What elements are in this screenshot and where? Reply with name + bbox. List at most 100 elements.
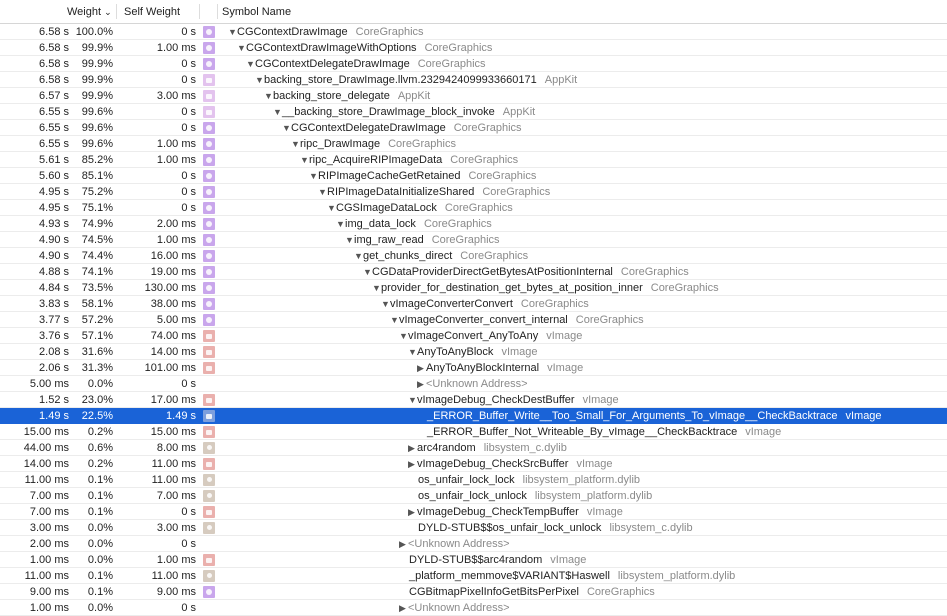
self-weight-value: 15.00 ms: [150, 426, 196, 438]
table-row[interactable]: 6.58 s 99.9% 0 s ▼ CGContextDelegateDrawImag…: [0, 56, 947, 72]
weight-value: 44.00 ms: [23, 442, 69, 454]
symbol-cell: ▼ get_chunks_direct CoreGraphics: [354, 250, 528, 262]
table-row[interactable]: 6.57 s 99.9% 3.00 ms ▼ backing_store_delegat…: [0, 88, 947, 104]
weight-value: 14.00 ms: [23, 458, 69, 470]
library-name: CoreGraphics: [424, 42, 493, 54]
disclosure-open-icon[interactable]: ▼: [228, 26, 237, 38]
table-row[interactable]: 6.55 s 99.6% 0 s ▼ __backing_store_DrawImage…: [0, 104, 947, 120]
disclosure-open-icon[interactable]: ▼: [354, 250, 363, 262]
disclosure-closed-icon[interactable]: ▶: [399, 538, 408, 550]
disclosure-open-icon[interactable]: ▼: [372, 282, 381, 294]
self-weight-value: 1.00 ms: [156, 234, 196, 246]
disclosure-closed-icon[interactable]: ▶: [408, 506, 417, 518]
symbol-name: CGBitmapPixelInfoGetBitsPerPixel: [409, 586, 579, 598]
disclosure-open-icon[interactable]: ▼: [237, 42, 246, 54]
self-weight-value: 130.00 ms: [144, 282, 196, 294]
disclosure-open-icon[interactable]: ▼: [327, 202, 336, 214]
disclosure-open-icon[interactable]: ▼: [390, 314, 399, 326]
library-name: CoreGraphics: [460, 250, 529, 262]
table-row[interactable]: 5.00 ms 0.0% 0 s ▶ <Unknown Address>: [0, 376, 947, 392]
symbol-name: <Unknown Address>: [426, 378, 528, 390]
table-row[interactable]: 4.90 s 74.5% 1.00 ms ▼ img_raw_read CoreGraph…: [0, 232, 947, 248]
weight-percent: 31.3%: [81, 362, 113, 374]
disclosure-open-icon[interactable]: ▼: [408, 346, 417, 358]
column-divider[interactable]: [116, 4, 117, 19]
table-row[interactable]: 1.52 s 23.0% 17.00 ms ▼ vImageDebug_CheckDes…: [0, 392, 947, 408]
disclosure-open-icon[interactable]: ▼: [345, 234, 354, 246]
coregraphics-library-icon: [203, 234, 215, 246]
library-name: vImage: [845, 410, 882, 422]
table-row[interactable]: 9.00 ms 0.1% 9.00 ms CGBitmapPixelInfoGetBi…: [0, 584, 947, 600]
self-weight-column-header[interactable]: Self Weight: [124, 6, 180, 18]
table-row[interactable]: 7.00 ms 0.1% 0 s ▶ vImageDebug_CheckTempBuff…: [0, 504, 947, 520]
disclosure-open-icon[interactable]: ▼: [309, 170, 318, 182]
table-row[interactable]: 3.00 ms 0.0% 3.00 ms DYLD-STUB$$os_unfair_l…: [0, 520, 947, 536]
disclosure-open-icon[interactable]: ▼: [363, 266, 372, 278]
column-divider[interactable]: [199, 4, 200, 19]
table-row[interactable]: 7.00 ms 0.1% 7.00 ms os_unfair_lock_unlock l…: [0, 488, 947, 504]
disclosure-open-icon[interactable]: ▼: [255, 74, 264, 86]
table-row[interactable]: 4.90 s 74.4% 16.00 ms ▼ get_chunks_direct Cor…: [0, 248, 947, 264]
table-row[interactable]: 14.00 ms 0.2% 11.00 ms ▶ vImageDebug_CheckSr…: [0, 456, 947, 472]
library-name: vImage: [550, 554, 587, 566]
table-row[interactable]: 1.00 ms 0.0% 0 s ▶ <Unknown Address>: [0, 600, 947, 616]
table-row[interactable]: 3.76 s 57.1% 74.00 ms ▼ vImageConvert_AnyToA…: [0, 328, 947, 344]
disclosure-open-icon[interactable]: ▼: [300, 154, 309, 166]
library-name: CoreGraphics: [468, 170, 537, 182]
symbol-cell: os_unfair_lock_lock libsystem_platform.dy…: [408, 474, 640, 486]
weight-percent: 74.9%: [81, 218, 113, 230]
disclosure-open-icon[interactable]: ▼: [318, 186, 327, 198]
self-weight-value: 11.00 ms: [151, 570, 196, 582]
table-row[interactable]: 1.49 s 22.5% 1.49 s _ERROR_Buffer_Write__To…: [0, 408, 947, 424]
symbol-cell: os_unfair_lock_unlock libsystem_platform.…: [408, 490, 652, 502]
table-row[interactable]: 11.00 ms 0.1% 11.00 ms os_unfair_lock_lock l…: [0, 472, 947, 488]
weight-column-header[interactable]: Weight ⌄: [67, 6, 112, 18]
table-row[interactable]: 2.08 s 31.6% 14.00 ms ▼ AnyToAnyBlock vImage: [0, 344, 947, 360]
table-row[interactable]: 4.95 s 75.2% 0 s ▼ RIPImageDataInitializeSha…: [0, 184, 947, 200]
disclosure-open-icon[interactable]: ▼: [381, 298, 390, 310]
table-row[interactable]: 6.58 s 99.9% 0 s ▼ backing_store_DrawImage.l…: [0, 72, 947, 88]
symbol-name-column-header[interactable]: Symbol Name: [222, 6, 291, 18]
weight-value: 15.00 ms: [23, 426, 69, 438]
disclosure-closed-icon[interactable]: ▶: [417, 362, 426, 374]
table-row[interactable]: 5.60 s 85.1% 0 s ▼ RIPImageCacheGetRetained C…: [0, 168, 947, 184]
table-row[interactable]: 4.95 s 75.1% 0 s ▼ CGSImageDataLock CoreGraph…: [0, 200, 947, 216]
symbol-name: vImageDebug_CheckSrcBuffer: [417, 458, 569, 470]
disclosure-closed-icon[interactable]: ▶: [399, 602, 408, 614]
library-name: vImage: [546, 330, 583, 342]
table-row[interactable]: 3.83 s 58.1% 38.00 ms ▼ vImageConverterConve…: [0, 296, 947, 312]
column-divider[interactable]: [217, 4, 218, 19]
weight-percent: 23.0%: [81, 394, 113, 406]
table-row[interactable]: 4.84 s 73.5% 130.00 ms ▼ provider_for_destin…: [0, 280, 947, 296]
table-row[interactable]: 6.55 s 99.6% 1.00 ms ▼ ripc_DrawImage CoreGra…: [0, 136, 947, 152]
table-row[interactable]: 6.55 s 99.6% 0 s ▼ CGContextDelegateDrawImag…: [0, 120, 947, 136]
disclosure-closed-icon[interactable]: ▶: [408, 458, 417, 470]
table-row[interactable]: 15.00 ms 0.2% 15.00 ms _ERROR_Buffer_Not_Wr…: [0, 424, 947, 440]
table-row[interactable]: 1.00 ms 0.0% 1.00 ms DYLD-STUB$$arc4random v…: [0, 552, 947, 568]
symbol-cell: ▼ ripc_DrawImage CoreGraphics: [291, 138, 456, 150]
disclosure-open-icon[interactable]: ▼: [408, 394, 417, 406]
table-row[interactable]: 44.00 ms 0.6% 8.00 ms ▶ arc4random libsystem_…: [0, 440, 947, 456]
disclosure-closed-icon[interactable]: ▶: [417, 378, 426, 390]
table-row[interactable]: 2.06 s 31.3% 101.00 ms ▶ AnyToAnyBlockIntern…: [0, 360, 947, 376]
symbol-name: vImageConverterConvert: [390, 298, 513, 310]
table-row[interactable]: 11.00 ms 0.1% 11.00 ms _platform_memmove$VA…: [0, 568, 947, 584]
table-row[interactable]: 2.00 ms 0.0% 0 s ▶ <Unknown Address>: [0, 536, 947, 552]
table-row[interactable]: 6.58 s 99.9% 1.00 ms ▼ CGContextDrawImageWit…: [0, 40, 947, 56]
disclosure-open-icon[interactable]: ▼: [336, 218, 345, 230]
disclosure-open-icon[interactable]: ▼: [282, 122, 291, 134]
table-row[interactable]: 3.77 s 57.2% 5.00 ms ▼ vImageConverter_conve…: [0, 312, 947, 328]
table-row[interactable]: 4.88 s 74.1% 19.00 ms ▼ CGDataProviderDirect…: [0, 264, 947, 280]
disclosure-open-icon[interactable]: ▼: [399, 330, 408, 342]
library-name: libsystem_platform.dylib: [522, 474, 640, 486]
table-row[interactable]: 4.93 s 74.9% 2.00 ms ▼ img_data_lock CoreGrap…: [0, 216, 947, 232]
disclosure-closed-icon[interactable]: ▶: [408, 442, 417, 454]
weight-value: 4.95 s: [39, 202, 69, 214]
self-weight-value: 3.00 ms: [156, 90, 196, 102]
disclosure-open-icon[interactable]: ▼: [264, 90, 273, 102]
disclosure-open-icon[interactable]: ▼: [273, 106, 282, 118]
disclosure-open-icon[interactable]: ▼: [291, 138, 300, 150]
table-row[interactable]: 5.61 s 85.2% 1.00 ms ▼ ripc_AcquireRIPImageD…: [0, 152, 947, 168]
disclosure-open-icon[interactable]: ▼: [246, 58, 255, 70]
table-row[interactable]: 6.58 s 100.0% 0 s ▼ CGContextDrawImage CoreGr…: [0, 24, 947, 40]
